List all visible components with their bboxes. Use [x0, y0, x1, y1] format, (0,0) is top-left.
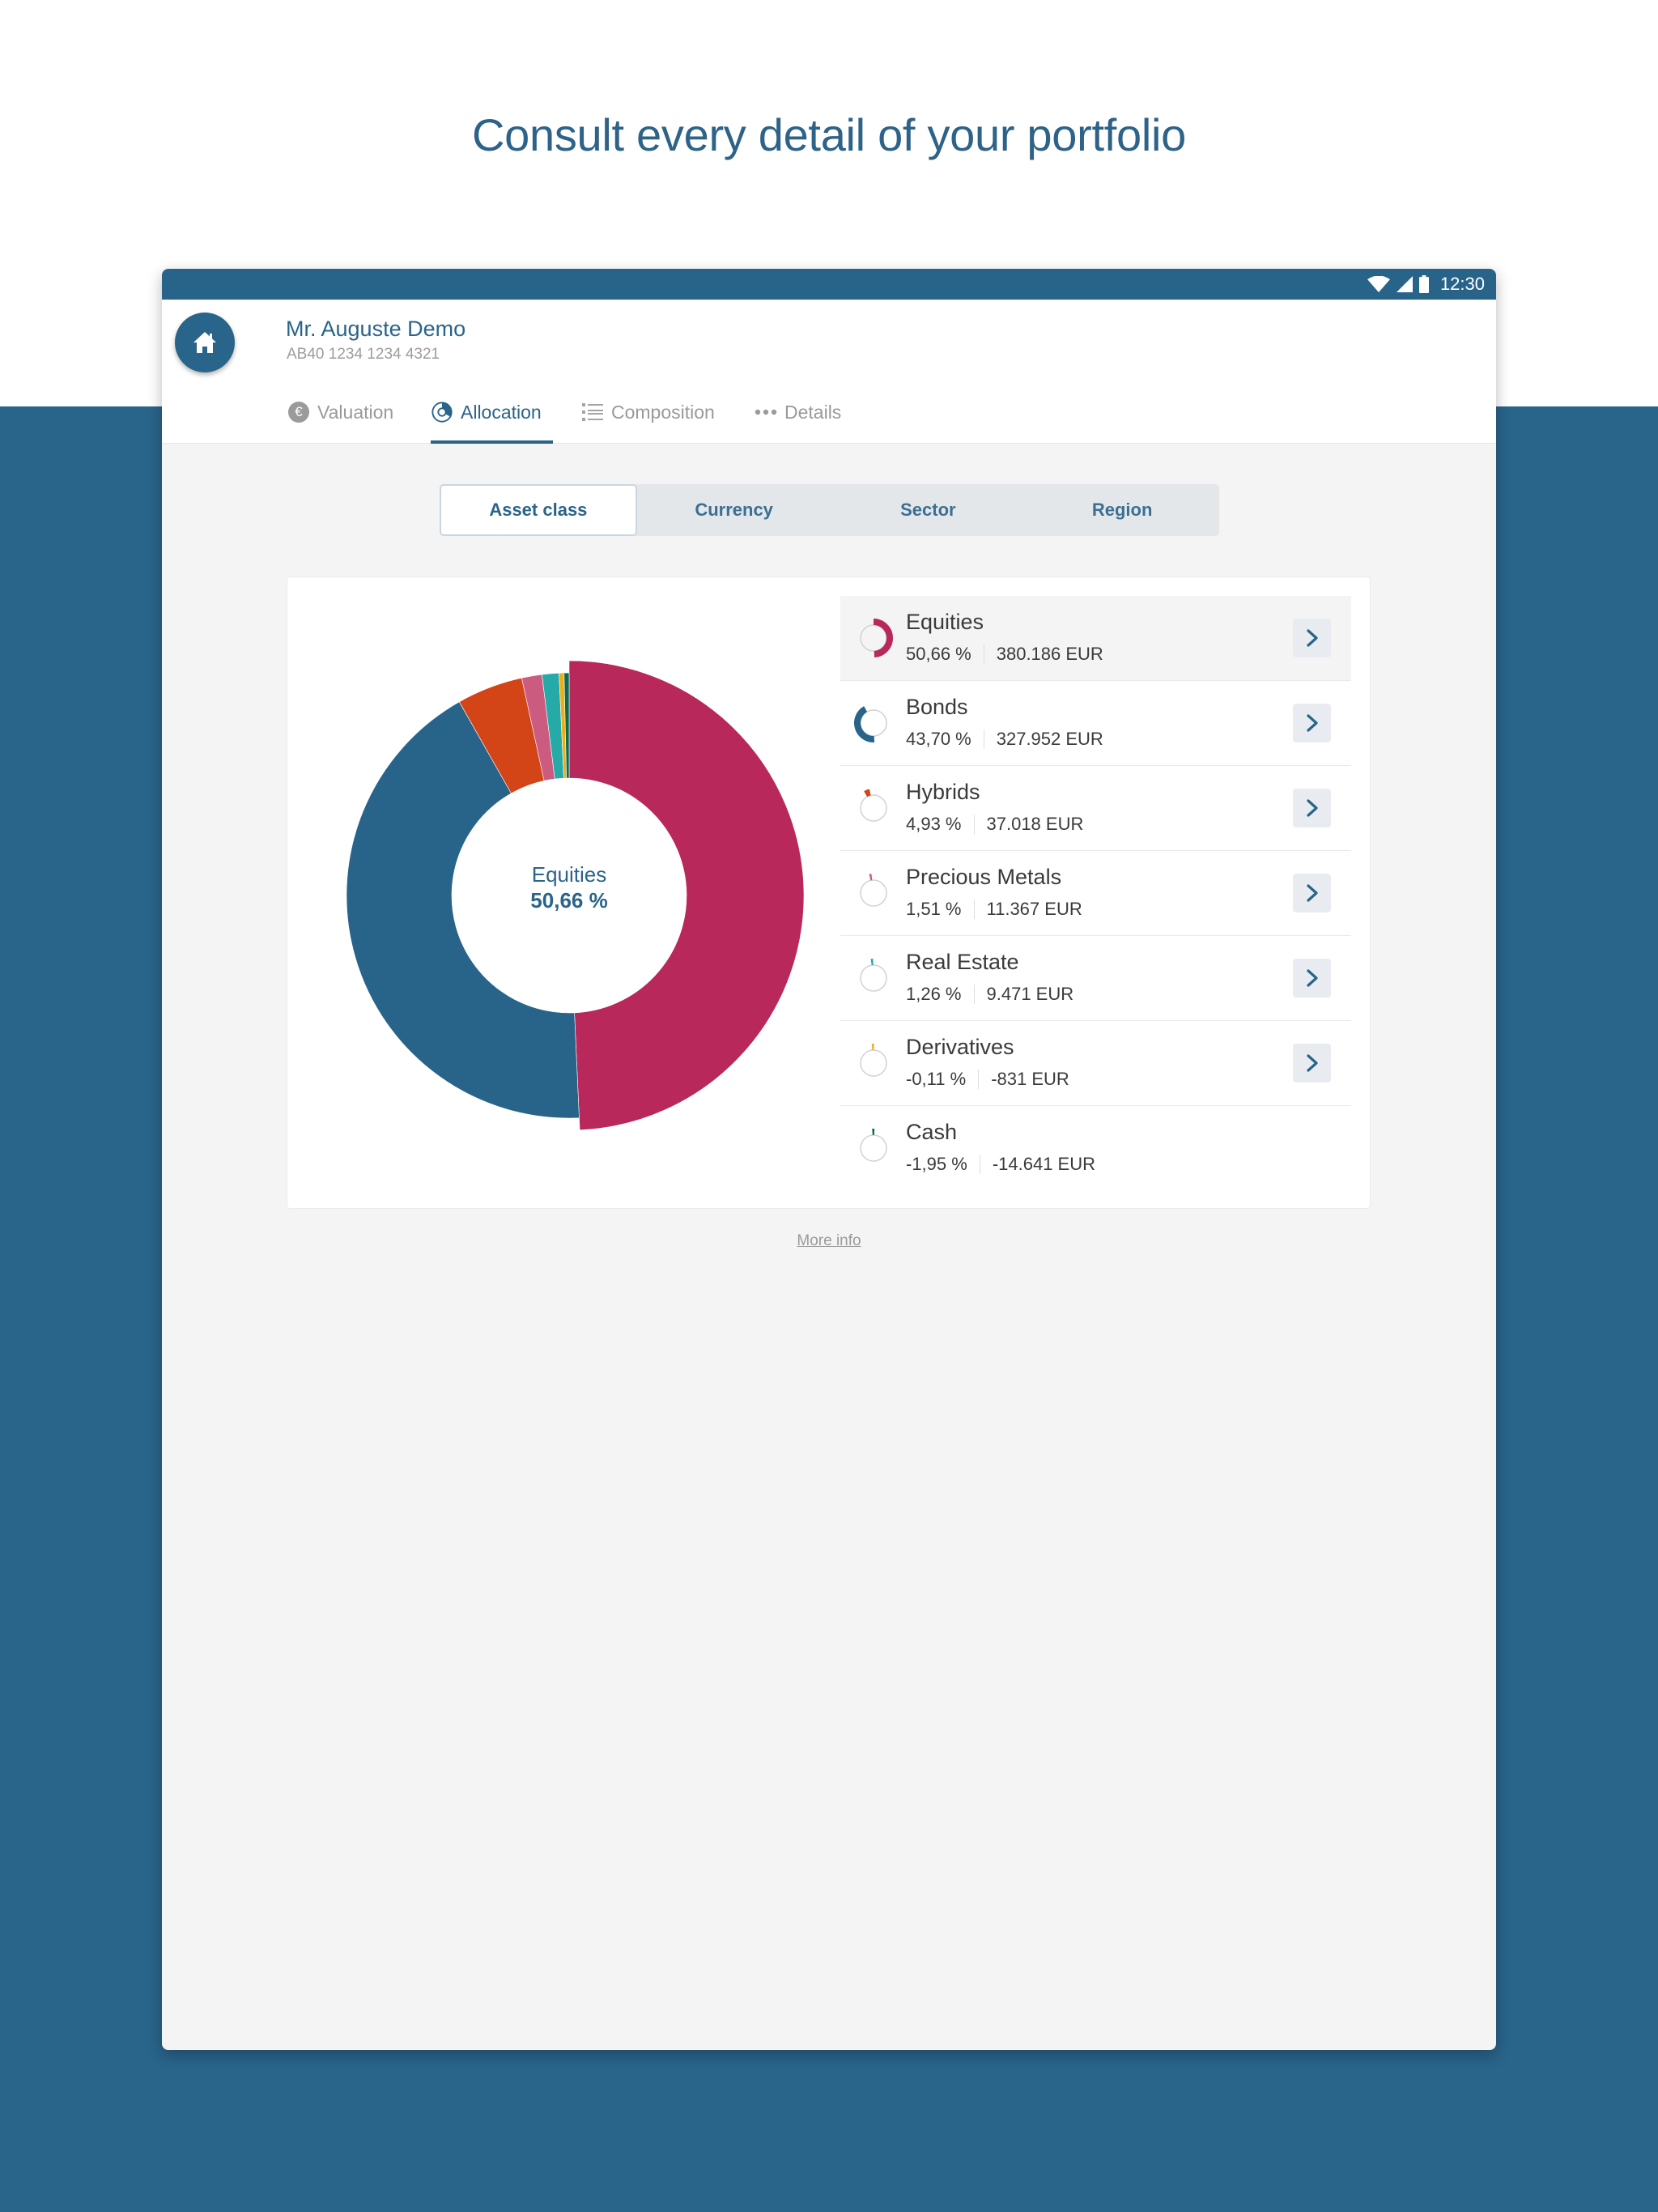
- mini-donut-icon: [860, 1129, 887, 1162]
- item-name: Derivatives: [906, 1035, 1014, 1059]
- portfolio-header: Mr. Auguste Demo AB40 1234 1234 4321 € V…: [162, 300, 1496, 444]
- item-percent: 4,93 %: [906, 814, 962, 834]
- segment-asset-class[interactable]: Asset class: [440, 484, 637, 536]
- allocation-list: Equities 50,66 % 380.186 EUR Bonds 43,70…: [840, 596, 1351, 1191]
- tablet-screen: 12:30 Mr. Auguste Demo AB40 1234 1234 43…: [162, 269, 1496, 2050]
- item-percent: -1,95 %: [906, 1154, 967, 1174]
- account-number: AB40 1234 1234 4321: [287, 346, 440, 363]
- battery-icon: [1418, 275, 1429, 293]
- detail-button[interactable]: [1293, 959, 1331, 998]
- signal-icon: [1396, 276, 1413, 292]
- value-divider: [978, 1070, 980, 1089]
- list-icon: [582, 403, 603, 421]
- allocation-card: Equities 50,66 % Equities 50,66 % 380.18…: [287, 576, 1371, 1209]
- chevron-right-icon: [1306, 1054, 1318, 1072]
- segment-sector[interactable]: Sector: [831, 484, 1026, 536]
- item-percent: 50,66 %: [906, 644, 971, 664]
- home-icon: [193, 332, 216, 353]
- value-divider: [973, 900, 975, 919]
- list-item-bonds[interactable]: Bonds 43,70 % 327.952 EUR: [840, 681, 1351, 766]
- item-amount: 11.367 EUR: [986, 899, 1082, 919]
- tab-allocation[interactable]: Allocation: [431, 400, 553, 444]
- list-item-equities[interactable]: Equities 50,66 % 380.186 EUR: [840, 596, 1351, 681]
- value-divider: [973, 815, 975, 834]
- item-name: Precious Metals: [906, 865, 1062, 889]
- page-headline: Consult every detail of your portfolio: [472, 109, 1186, 160]
- item-name: Bonds: [906, 695, 968, 719]
- mini-donut-icon: [860, 874, 887, 907]
- item-percent: 1,26 %: [906, 984, 962, 1004]
- list-item-cash: Cash -1,95 % -14.641 EUR: [840, 1106, 1351, 1191]
- chevron-right-icon: [1306, 799, 1318, 817]
- mini-donut-icon: [860, 1044, 887, 1077]
- chevron-right-icon: [1306, 884, 1318, 902]
- status-time: 12:30: [1439, 274, 1485, 294]
- item-name: Cash: [906, 1120, 958, 1144]
- item-percent: -0,11 %: [906, 1069, 967, 1089]
- item-name: Equities: [906, 610, 984, 634]
- item-amount: 327.952 EUR: [996, 729, 1103, 749]
- list-item-hybrids[interactable]: Hybrids 4,93 % 37.018 EUR: [840, 766, 1351, 851]
- tab-composition[interactable]: Composition: [581, 400, 715, 444]
- segment-currency[interactable]: Currency: [637, 484, 831, 536]
- donut-center-label: Equities: [531, 862, 607, 887]
- more-info-link[interactable]: More info: [797, 1232, 861, 1249]
- list-item-real-estate[interactable]: Real Estate 1,26 % 9.471 EUR: [840, 936, 1351, 1021]
- item-amount: -14.641 EUR: [992, 1154, 1096, 1174]
- detail-button[interactable]: [1293, 1044, 1331, 1083]
- tab-details[interactable]: Details: [755, 400, 841, 444]
- mini-donut-icon: [860, 959, 887, 992]
- mini-donut-icon: [860, 619, 893, 657]
- detail-button[interactable]: [1293, 704, 1331, 742]
- item-amount: 9.471 EUR: [986, 984, 1074, 1004]
- tab-label: Valuation: [317, 402, 394, 423]
- detail-button[interactable]: [1293, 619, 1331, 657]
- pie-chart-icon: [432, 402, 453, 423]
- client-name: Mr. Auguste Demo: [286, 317, 466, 341]
- tab-valuation[interactable]: € Valuation: [287, 400, 393, 444]
- allocation-type-selector: Asset class Currency Sector Region: [440, 484, 1219, 536]
- item-amount: -831 EUR: [991, 1069, 1069, 1089]
- tab-label: Details: [784, 402, 842, 423]
- list-item-derivatives[interactable]: Derivatives -0,11 % -831 EUR: [840, 1021, 1351, 1106]
- detail-button[interactable]: [1293, 874, 1331, 912]
- item-amount: 380.186 EUR: [996, 644, 1103, 664]
- more-info: More info: [162, 1229, 1496, 1253]
- status-bar: 12:30: [162, 269, 1496, 300]
- item-percent: 1,51 %: [906, 899, 962, 919]
- chevron-right-icon: [1306, 969, 1318, 987]
- value-divider: [973, 985, 975, 1004]
- segment-region[interactable]: Region: [1025, 484, 1219, 536]
- chevron-right-icon: [1306, 629, 1318, 647]
- wifi-icon: [1367, 276, 1390, 292]
- euro-icon: €: [288, 402, 309, 423]
- more-dots-icon: [755, 409, 777, 415]
- detail-button[interactable]: [1293, 789, 1331, 827]
- item-name: Hybrids: [906, 780, 980, 804]
- donut-center-value: 50,66 %: [530, 888, 608, 912]
- chevron-right-icon: [1306, 714, 1318, 732]
- list-item-precious-metals[interactable]: Precious Metals 1,51 % 11.367 EUR: [840, 851, 1351, 936]
- tab-label: Allocation: [461, 402, 542, 423]
- item-name: Real Estate: [906, 950, 1019, 974]
- tab-label: Composition: [611, 402, 715, 423]
- item-amount: 37.018 EUR: [986, 814, 1084, 834]
- item-percent: 43,70 %: [906, 729, 971, 749]
- home-button[interactable]: [175, 313, 235, 372]
- mini-donut-icon: [860, 789, 887, 822]
- mini-donut-icon: [854, 706, 887, 742]
